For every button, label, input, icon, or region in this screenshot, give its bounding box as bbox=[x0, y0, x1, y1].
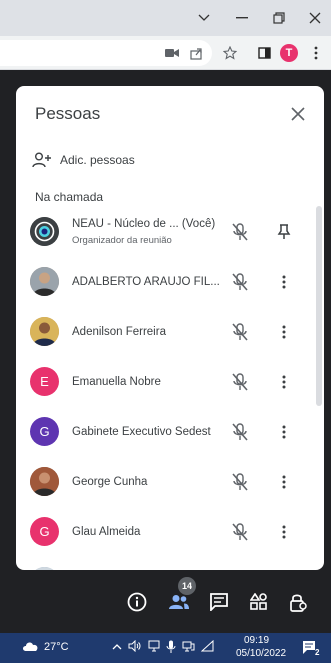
tray-chevron-icon[interactable] bbox=[112, 641, 122, 653]
participant-row[interactable]: George Cunha bbox=[16, 458, 318, 508]
tab-search-icon[interactable] bbox=[186, 0, 222, 36]
participant-name: Gabinete Executivo Sedest bbox=[72, 426, 211, 438]
more-options-button[interactable] bbox=[272, 520, 296, 544]
temperature-text: 27°C bbox=[44, 641, 69, 653]
chat-icon bbox=[210, 593, 228, 611]
participant-row[interactable]: ADALBERTO ARAUJO FIL... bbox=[16, 258, 318, 308]
list-scrollbar[interactable] bbox=[316, 206, 322, 406]
person-photo-icon bbox=[30, 267, 59, 296]
more-vert-icon bbox=[282, 375, 286, 389]
mic-muted-icon bbox=[228, 420, 252, 444]
person-photo-icon bbox=[30, 467, 59, 496]
address-bar[interactable] bbox=[0, 40, 212, 66]
network-icon[interactable] bbox=[182, 640, 195, 655]
people-icon bbox=[169, 595, 189, 609]
pin-icon bbox=[277, 224, 291, 239]
minimize-icon[interactable] bbox=[224, 0, 260, 36]
participant-avatar bbox=[30, 567, 59, 570]
participant-name: George Cunha bbox=[72, 476, 148, 488]
participant-avatar bbox=[30, 217, 59, 246]
more-options-button[interactable] bbox=[272, 470, 296, 494]
weather-widget[interactable]: 27°C bbox=[23, 641, 69, 653]
mic-muted-icon bbox=[228, 220, 252, 244]
participant-name: Glau Almeida bbox=[72, 526, 141, 538]
notification-count: 2 bbox=[315, 648, 320, 657]
activities-button[interactable] bbox=[246, 589, 272, 615]
participant-avatar bbox=[30, 317, 59, 346]
add-people-button[interactable]: Adic. pessoas bbox=[32, 148, 135, 172]
add-person-icon bbox=[32, 152, 51, 168]
meet-logo-icon bbox=[30, 217, 59, 246]
participant-avatar: G bbox=[30, 417, 59, 446]
camera-icon[interactable] bbox=[160, 41, 184, 65]
share-icon[interactable] bbox=[184, 41, 208, 65]
microphone-icon[interactable] bbox=[166, 640, 176, 656]
mic-muted-icon bbox=[228, 370, 252, 394]
mic-muted-icon bbox=[228, 470, 252, 494]
side-panel-icon[interactable] bbox=[252, 41, 276, 65]
section-in-call: Na chamada bbox=[35, 190, 104, 204]
more-options-button[interactable] bbox=[272, 370, 296, 394]
close-panel-button[interactable] bbox=[284, 100, 312, 128]
people-panel: Pessoas Adic. pessoas Na chamada NEAU - … bbox=[16, 86, 324, 570]
volume-icon[interactable] bbox=[128, 639, 141, 655]
chat-button[interactable] bbox=[206, 589, 232, 615]
participant-name: ADALBERTO ARAUJO FIL... bbox=[72, 276, 220, 288]
wifi-icon[interactable] bbox=[200, 639, 214, 655]
participant-role: Organizador da reunião bbox=[72, 235, 172, 246]
lock-person-icon bbox=[290, 594, 307, 612]
participant-avatar: G bbox=[30, 517, 59, 546]
participant-row[interactable] bbox=[16, 558, 318, 570]
participant-row[interactable]: G Glau Almeida bbox=[16, 508, 318, 558]
host-controls-button[interactable] bbox=[286, 589, 312, 615]
mic-muted-icon bbox=[228, 520, 252, 544]
participant-row[interactable]: E Emanuella Nobre bbox=[16, 358, 318, 408]
more-vert-icon bbox=[282, 475, 286, 489]
participant-row[interactable]: G Gabinete Executivo Sedest bbox=[16, 408, 318, 458]
more-vert-icon bbox=[282, 275, 286, 289]
browser-titlebar bbox=[0, 0, 331, 36]
browser-menu-icon[interactable] bbox=[304, 41, 328, 65]
participant-list[interactable]: NEAU - Núcleo de ... (Você) Organizador … bbox=[16, 208, 318, 570]
person-photo-icon bbox=[30, 567, 59, 570]
meeting-controls-bar bbox=[0, 575, 331, 633]
people-count-badge: 14 bbox=[178, 577, 196, 595]
more-vert-icon bbox=[282, 525, 286, 539]
mic-muted-icon bbox=[228, 270, 252, 294]
meeting-info-button[interactable] bbox=[124, 589, 150, 615]
pin-button[interactable] bbox=[272, 220, 296, 244]
participant-avatar bbox=[30, 467, 59, 496]
add-people-label: Adic. pessoas bbox=[60, 153, 135, 167]
profile-avatar[interactable]: T bbox=[280, 44, 298, 62]
bookmark-star-icon[interactable] bbox=[218, 41, 242, 65]
participant-name: Adenilson Ferreira bbox=[72, 326, 166, 338]
info-icon bbox=[127, 592, 147, 612]
browser-toolbar: T bbox=[0, 36, 331, 70]
display-icon[interactable] bbox=[148, 640, 160, 655]
clock-time[interactable]: 09:19 bbox=[244, 635, 269, 646]
restore-icon[interactable] bbox=[261, 0, 297, 36]
participant-name: NEAU - Núcleo de ... (Você) bbox=[72, 218, 216, 230]
more-options-button[interactable] bbox=[272, 270, 296, 294]
activities-icon bbox=[250, 593, 267, 610]
participant-row[interactable]: NEAU - Núcleo de ... (Você) Organizador … bbox=[16, 208, 318, 258]
more-vert-icon bbox=[282, 325, 286, 339]
participant-row[interactable]: Adenilson Ferreira bbox=[16, 308, 318, 358]
close-icon bbox=[291, 107, 305, 121]
windows-taskbar: 27°C 09:19 05/10/2022 2 bbox=[0, 633, 331, 663]
close-window-icon[interactable] bbox=[297, 0, 331, 36]
clock-date[interactable]: 05/10/2022 bbox=[236, 648, 286, 659]
weather-icon bbox=[22, 640, 40, 655]
participant-avatar bbox=[30, 267, 59, 296]
participant-name: Emanuella Nobre bbox=[72, 376, 161, 388]
more-options-button[interactable] bbox=[272, 420, 296, 444]
participant-avatar: E bbox=[30, 367, 59, 396]
more-vert-icon bbox=[282, 425, 286, 439]
mic-muted-icon bbox=[228, 320, 252, 344]
person-photo-icon bbox=[30, 317, 59, 346]
more-options-button[interactable] bbox=[272, 320, 296, 344]
panel-title: Pessoas bbox=[35, 104, 101, 123]
